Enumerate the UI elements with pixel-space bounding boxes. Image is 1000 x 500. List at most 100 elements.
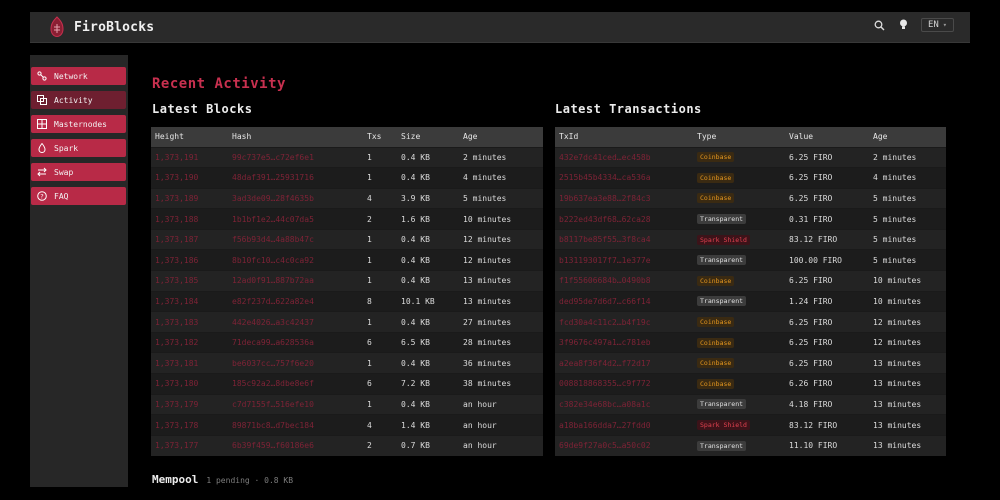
- table-row[interactable]: 69de9f27a0c5…a50c02 Transparent 11.10 FIRO…: [555, 434, 946, 456]
- block-height-link[interactable]: 1,373,185: [151, 270, 228, 292]
- block-hash-link[interactable]: 71deca99…a628536a: [228, 331, 363, 353]
- block-hash-link[interactable]: 185c92a2…8dbe8e6f: [228, 373, 363, 395]
- tx-age: 13 minutes: [869, 414, 946, 436]
- table-row[interactable]: 1,373,181 be6037cc…757f6e20 1 0.4 KB 36 minu…: [151, 352, 543, 374]
- block-height-link[interactable]: 1,373,178: [151, 414, 228, 436]
- block-height-link[interactable]: 1,373,186: [151, 249, 228, 271]
- table-row[interactable]: 1,373,184 e82f237d…622a82e4 8 10.1 KB 13 min…: [151, 290, 543, 312]
- block-hash-link[interactable]: 12ad0f91…887b72aa: [228, 270, 363, 292]
- block-hash-link[interactable]: be6037cc…757f6e20: [228, 352, 363, 374]
- table-row[interactable]: 1,373,188 1b1bf1e2…44c07da5 2 1.6 KB 10 minu…: [151, 208, 543, 230]
- txid-link[interactable]: b131193017f7…1e377e: [555, 249, 693, 271]
- sidebar-item-swap[interactable]: Swap: [31, 163, 126, 181]
- block-height-link[interactable]: 1,373,191: [151, 146, 228, 168]
- sidebar-item-masternodes[interactable]: Masternodes: [31, 115, 126, 133]
- table-row[interactable]: 1,373,179 c7d7155f…516efe10 1 0.4 KB an hour: [151, 393, 543, 415]
- block-hash-link[interactable]: 3ad3de09…28f4635b: [228, 187, 363, 209]
- search-icon[interactable]: [873, 18, 887, 32]
- txid-link[interactable]: f1f55606684b…0490b8: [555, 270, 693, 292]
- txid-link[interactable]: ded95de7d6d7…c66f14: [555, 290, 693, 312]
- table-row[interactable]: 2515b45b4334…ca536a Coinbase 6.25 FIRO 4 mi…: [555, 167, 946, 189]
- block-height-link[interactable]: 1,373,189: [151, 187, 228, 209]
- block-height-link[interactable]: 1,373,187: [151, 228, 228, 250]
- sidebar-item-spark[interactable]: Spark: [31, 139, 126, 157]
- block-hash-link[interactable]: c7d7155f…516efe10: [228, 393, 363, 415]
- sidebar-item-activity[interactable]: Activity: [31, 91, 126, 109]
- txid-link[interactable]: 008818868355…c9f772: [555, 373, 693, 395]
- table-row[interactable]: 1,373,178 89871bc8…d7bec184 4 1.4 KB an hour: [151, 414, 543, 436]
- sidebar-item-faq[interactable]: ? FAQ: [31, 187, 126, 205]
- table-row[interactable]: 1,373,177 6b39f459…f60186e6 2 0.7 KB an hour: [151, 434, 543, 456]
- table-row[interactable]: a18ba166dda7…27fdd0 Spark Shield 83.12 FIR…: [555, 414, 946, 436]
- tx-age: 5 minutes: [869, 208, 946, 230]
- txid-link[interactable]: 432e7dc41ced…ec458b: [555, 146, 693, 168]
- table-row[interactable]: f1f55606684b…0490b8 Coinbase 6.25 FIRO 10 m…: [555, 270, 946, 292]
- txid-link[interactable]: 19b637ea3e88…2f84c3: [555, 187, 693, 209]
- table-row[interactable]: 008818868355…c9f772 Coinbase 6.26 FIRO 13 m…: [555, 373, 946, 395]
- table-row[interactable]: 1,373,191 99c737e5…c72ef6e1 1 0.4 KB 2 minut…: [151, 146, 543, 168]
- txid-link[interactable]: c382e34e68bc…a08a1c: [555, 393, 693, 415]
- block-hash-link[interactable]: 442e4026…a3c42437: [228, 311, 363, 333]
- table-row[interactable]: 1,373,185 12ad0f91…887b72aa 1 0.4 KB 13 minu…: [151, 270, 543, 292]
- table-row[interactable]: 19b637ea3e88…2f84c3 Coinbase 6.25 FIRO 5 mi…: [555, 187, 946, 209]
- block-height-link[interactable]: 1,373,190: [151, 167, 228, 189]
- table-row[interactable]: 1,373,190 48daf391…25931716 1 0.4 KB 4 minut…: [151, 167, 543, 189]
- block-height-link[interactable]: 1,373,180: [151, 373, 228, 395]
- tx-age: 5 minutes: [869, 187, 946, 209]
- table-row[interactable]: 3f9676c497a1…c781eb Coinbase 6.25 FIRO 12 m…: [555, 331, 946, 353]
- block-height-link[interactable]: 1,373,184: [151, 290, 228, 312]
- block-height-link[interactable]: 1,373,183: [151, 311, 228, 333]
- table-row[interactable]: fcd30a4c11c2…b4f19c Coinbase 6.25 FIRO 12 m…: [555, 311, 946, 333]
- table-row[interactable]: b8117be85f55…3f8ca4 Spark Shield 83.12 FIR…: [555, 228, 946, 250]
- block-hash-link[interactable]: 1b1bf1e2…44c07da5: [228, 208, 363, 230]
- tx-value: 6.25 FIRO: [785, 146, 869, 168]
- txid-link[interactable]: 3f9676c497a1…c781eb: [555, 331, 693, 353]
- brand[interactable]: FiroBlocks: [48, 16, 154, 38]
- table-row[interactable]: ded95de7d6d7…c66f14 Transparent 1.24 FIRO 1…: [555, 290, 946, 312]
- block-height-link[interactable]: 1,373,179: [151, 393, 228, 415]
- svg-text:?: ?: [40, 192, 43, 200]
- table-row[interactable]: b222ed43df68…62ca28 Transparent 0.31 FIRO 5…: [555, 208, 946, 230]
- tx-value: 6.25 FIRO: [785, 270, 869, 292]
- table-header-row: Height Hash Txs Size Age: [151, 127, 543, 147]
- block-hash-link[interactable]: f56b93d4…4a88b47c: [228, 228, 363, 250]
- block-hash-link[interactable]: e82f237d…622a82e4: [228, 290, 363, 312]
- block-hash-link[interactable]: 89871bc8…d7bec184: [228, 414, 363, 436]
- block-size: 0.4 KB: [397, 146, 459, 168]
- txid-link[interactable]: a18ba166dda7…27fdd0: [555, 414, 693, 436]
- tx-type-cell: Coinbase: [693, 352, 785, 374]
- txid-link[interactable]: fcd30a4c11c2…b4f19c: [555, 311, 693, 333]
- table-row[interactable]: c382e34e68bc…a08a1c Transparent 4.18 FIRO 1…: [555, 393, 946, 415]
- block-height-link[interactable]: 1,373,182: [151, 331, 228, 353]
- theme-toggle-bulb-icon[interactable]: [897, 18, 911, 32]
- block-hash-link[interactable]: 8b10fc10…c4c0ca92: [228, 249, 363, 271]
- table-row[interactable]: 1,373,182 71deca99…a628536a 6 6.5 KB 28 minu…: [151, 331, 543, 353]
- tx-type-cell: Transparent: [693, 249, 785, 271]
- txid-link[interactable]: b8117be85f55…3f8ca4: [555, 228, 693, 250]
- block-hash-link[interactable]: 48daf391…25931716: [228, 167, 363, 189]
- block-height-link[interactable]: 1,373,177: [151, 434, 228, 456]
- block-hash-link[interactable]: 6b39f459…f60186e6: [228, 434, 363, 456]
- block-hash-link[interactable]: 99c737e5…c72ef6e1: [228, 146, 363, 168]
- tx-value: 4.18 FIRO: [785, 393, 869, 415]
- block-height-link[interactable]: 1,373,188: [151, 208, 228, 230]
- table-row[interactable]: 1,373,186 8b10fc10…c4c0ca92 1 0.4 KB 12 minu…: [151, 249, 543, 271]
- table-row[interactable]: b131193017f7…1e377e Transparent 100.00 FIR…: [555, 249, 946, 271]
- table-row[interactable]: 1,373,180 185c92a2…8dbe8e6f 6 7.2 KB 38 minu…: [151, 373, 543, 395]
- table-row[interactable]: a2ea8f36f4d2…f72d17 Coinbase 6.25 FIRO 13 m…: [555, 352, 946, 374]
- txid-link[interactable]: 2515b45b4334…ca536a: [555, 167, 693, 189]
- txid-link[interactable]: a2ea8f36f4d2…f72d17: [555, 352, 693, 374]
- column-header-height: Height: [151, 127, 228, 147]
- block-age: 4 minutes: [459, 167, 543, 189]
- table-row[interactable]: 432e7dc41ced…ec458b Coinbase 6.25 FIRO 2 mi…: [555, 146, 946, 168]
- txid-link[interactable]: b222ed43df68…62ca28: [555, 208, 693, 230]
- table-row[interactable]: 1,373,189 3ad3de09…28f4635b 4 3.9 KB 5 minut…: [151, 187, 543, 209]
- table-row[interactable]: 1,373,187 f56b93d4…4a88b47c 1 0.4 KB 12 minu…: [151, 228, 543, 250]
- table-row[interactable]: 1,373,183 442e4026…a3c42437 1 0.4 KB 27 minu…: [151, 311, 543, 333]
- tx-value: 6.25 FIRO: [785, 167, 869, 189]
- block-height-link[interactable]: 1,373,181: [151, 352, 228, 374]
- language-selector[interactable]: EN ▾: [920, 18, 954, 32]
- sidebar-item-network[interactable]: Network: [31, 67, 126, 85]
- txid-link[interactable]: 69de9f27a0c5…a50c02: [555, 434, 693, 456]
- block-size: 0.7 KB: [397, 434, 459, 456]
